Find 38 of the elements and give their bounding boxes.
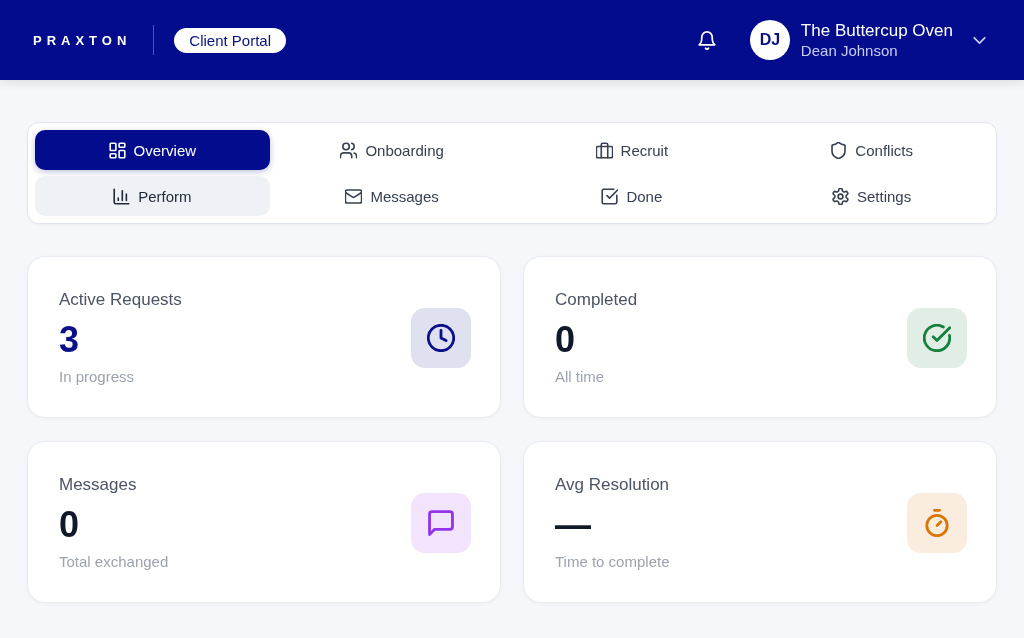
- stat-caption: All time: [555, 367, 605, 387]
- users-icon: [340, 141, 358, 159]
- organization-name: The Buttercup Oven: [800, 20, 953, 41]
- envelope-icon: [345, 187, 363, 205]
- stat-caption: Time to complete: [555, 552, 670, 572]
- briefcase-icon: [595, 141, 613, 159]
- shield-icon: [830, 141, 848, 159]
- checkbox-icon: [601, 187, 619, 205]
- tab[interactable]: Conflicts: [754, 130, 989, 170]
- tab[interactable]: Onboarding: [274, 130, 510, 170]
- stat-caption: Total exchanged: [59, 552, 169, 572]
- tab[interactable]: Settings: [754, 176, 989, 216]
- avatar: DJ: [749, 20, 790, 60]
- bar-chart-icon: [113, 187, 131, 205]
- chevron-down-icon[interactable]: [973, 36, 986, 44]
- stat-title: Avg Resolution: [555, 474, 670, 496]
- stat-value: 3: [59, 320, 80, 360]
- bell-icon[interactable]: [697, 30, 716, 50]
- tab[interactable]: Messages: [274, 176, 510, 216]
- portal-badge: Client Portal: [174, 27, 287, 53]
- settings-icon: [832, 187, 849, 205]
- stat-value: 0: [59, 505, 80, 545]
- tab[interactable]: Perform: [35, 176, 270, 216]
- tab[interactable]: Recruit: [514, 130, 750, 170]
- logo: PRAXTON: [33, 32, 132, 48]
- clock-icon: [411, 308, 471, 368]
- stat-title: Messages: [59, 474, 137, 496]
- tab[interactable]: Overview: [35, 130, 270, 170]
- stat-title: Completed: [555, 289, 638, 311]
- stat-value: —: [555, 505, 591, 545]
- user-name: Dean Johnson: [800, 41, 899, 60]
- stat-title: Active Requests: [59, 289, 182, 311]
- stat-caption: In progress: [59, 367, 135, 387]
- stat-value: 0: [555, 320, 576, 360]
- stopwatch-icon: [907, 493, 967, 553]
- chat-bubble-icon: [411, 493, 471, 553]
- tab[interactable]: Done: [514, 176, 750, 216]
- grid-icon: [108, 141, 126, 159]
